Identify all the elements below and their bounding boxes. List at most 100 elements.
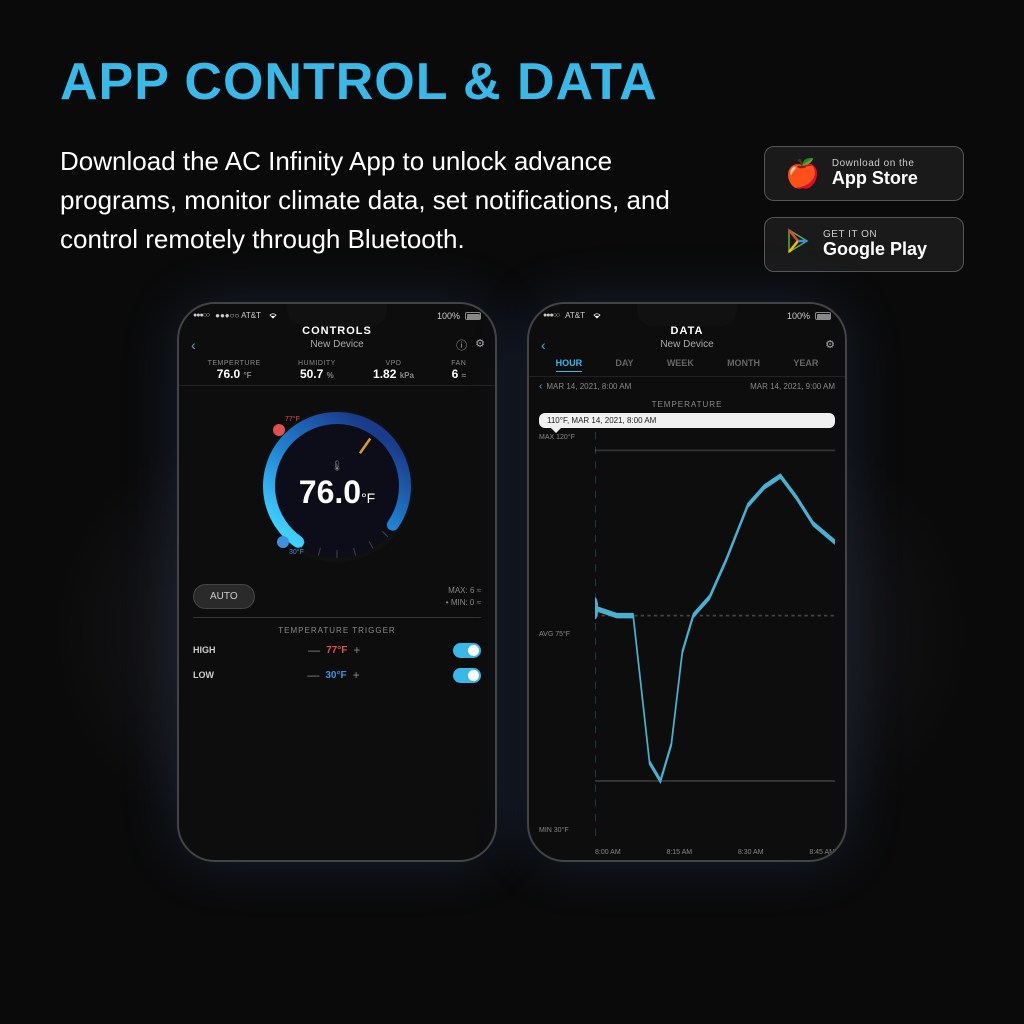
store-buttons: 🍎 Download on the App Store [764, 146, 964, 272]
low-temp-label: 30°F [289, 549, 304, 556]
chevron-left-icon[interactable]: ‹ [539, 381, 542, 392]
trigger-high-label: HIGH [193, 645, 216, 655]
tab-week[interactable]: WEEK [667, 358, 694, 372]
device-name-data: New Device [660, 339, 713, 350]
trigger-high-controls: — 77°F + [308, 643, 360, 657]
gauge-container: 77°F 30°F 🌡 76.0°F [247, 396, 427, 576]
battery-icon-2 [815, 312, 831, 320]
high-temp-marker [273, 424, 285, 436]
trigger-low-value: 30°F [325, 670, 346, 681]
stat-fan: FAN 6 ≈ [451, 360, 466, 381]
app-store-text: Download on the App Store [832, 158, 918, 189]
x-label-815: 8:15 AM [666, 849, 692, 856]
divider-1 [193, 617, 481, 618]
auto-row: AUTO MAX: 6 ≈ • MIN: 0 ≈ [193, 584, 481, 609]
date-to: MAR 14, 2021, 9:00 AM [750, 382, 835, 391]
trigger-high-plus[interactable]: + [353, 643, 360, 657]
trigger-low-plus[interactable]: + [353, 668, 360, 682]
trigger-title: TEMPERATURE TRIGGER [193, 626, 481, 635]
trigger-low-label: LOW [193, 670, 214, 680]
y-label-min: MIN 30°F [539, 827, 575, 834]
chart-svg-area [595, 432, 835, 836]
controls-header: CONTROLS ‹ New Device ⓘ ⚙ [179, 323, 495, 354]
info-icon[interactable]: ⓘ [456, 337, 467, 353]
tab-hour[interactable]: HOUR [556, 358, 583, 372]
x-axis-labels: 8:00 AM 8:15 AM 8:30 AM 8:45 AM [595, 849, 835, 856]
temperature-chart [595, 432, 835, 836]
phone-notch-right [637, 304, 737, 326]
settings-icon-data[interactable]: ⚙ [825, 338, 835, 351]
x-label-830: 8:30 AM [738, 849, 764, 856]
stat-vpd: VPD 1.82 kPa [373, 360, 414, 381]
device-name-controls: New Device [310, 339, 363, 350]
header-icons-data: ⚙ [825, 338, 835, 351]
back-arrow-data-icon[interactable]: ‹ [541, 337, 546, 353]
trigger-high-minus[interactable]: — [308, 643, 320, 657]
google-play-text: GET IT ON Google Play [823, 229, 927, 260]
apple-icon: 🍎 [785, 157, 820, 190]
data-phone: ●●●○○ AT&T 4:48PM 100% DATA [527, 302, 847, 862]
y-label-max: MAX 120°F [539, 434, 575, 441]
trigger-low-row: LOW — 30°F + [193, 666, 481, 685]
phones-row: ●●●○○ ●●●○○ AT&T 4:48PM 100% CONTROLS [0, 302, 1024, 862]
back-arrow-icon[interactable]: ‹ [191, 337, 196, 353]
gauge-center-value: 🌡 76.0°F [299, 461, 375, 511]
app-store-main-label: App Store [832, 169, 918, 189]
status-battery-controls: 100% [437, 311, 481, 321]
controls-phone: ●●●○○ ●●●○○ AT&T 4:48PM 100% CONTROLS [177, 302, 497, 862]
wifi-icon [268, 311, 278, 321]
description-text: Download the AC Infinity App to unlock a… [60, 142, 724, 259]
data-subtitle-row: ‹ New Device ⚙ [529, 337, 845, 352]
low-temp-marker [277, 536, 289, 548]
gauge-area: 77°F 30°F 🌡 76.0°F [179, 386, 495, 580]
controls-title-text: CONTROLS [179, 325, 495, 337]
chart-area: TEMPERATURE 110°F, MAR 14, 2021, 8:00 AM… [529, 396, 845, 860]
controls-screen: ●●●○○ ●●●○○ AT&T 4:48PM 100% CONTROLS [179, 304, 495, 860]
date-from: MAR 14, 2021, 8:00 AM [546, 382, 631, 391]
chart-wrapper: MAX 120°F AVG 75°F MIN 30°F [539, 432, 835, 856]
date-range-row: ‹ MAR 14, 2021, 8:00 AM MAR 14, 2021, 9:… [529, 377, 845, 396]
app-store-button[interactable]: 🍎 Download on the App Store [764, 146, 964, 201]
status-battery-data: 100% [787, 311, 831, 321]
data-screen: ●●●○○ AT&T 4:48PM 100% DATA [529, 304, 845, 860]
x-label-845: 8:45 AM [809, 849, 835, 856]
top-section: APP CONTROL & DATA Download the AC Infin… [0, 0, 1024, 272]
google-play-button[interactable]: GET IT ON Google Play [764, 217, 964, 272]
y-label-avg: AVG 75°F [539, 631, 575, 638]
status-carrier-left: ●●●○○ ●●●○○ AT&T [193, 311, 278, 321]
status-carrier-right: ●●●○○ AT&T [543, 311, 602, 321]
tab-row: HOUR DAY WEEK MONTH YEAR [529, 354, 845, 377]
content-row: Download the AC Infinity App to unlock a… [60, 142, 964, 272]
trigger-low-toggle[interactable] [453, 668, 481, 683]
header-icons-controls: ⓘ ⚙ [456, 337, 485, 353]
stats-row: TEMPERTURE 76.0 °F HUMIDITY 50.7 % VPD 1… [179, 354, 495, 386]
page-title: APP CONTROL & DATA [60, 52, 964, 112]
x-label-800: 8:00 AM [595, 849, 621, 856]
trigger-high-toggle[interactable] [453, 643, 481, 658]
chart-title: TEMPERATURE [539, 400, 835, 409]
date-range-left: ‹ MAR 14, 2021, 8:00 AM [539, 381, 631, 392]
tab-month[interactable]: MONTH [727, 358, 760, 372]
tab-year[interactable]: YEAR [793, 358, 818, 372]
auto-button[interactable]: AUTO [193, 584, 255, 609]
battery-icon [465, 312, 481, 320]
settings-icon[interactable]: ⚙ [475, 337, 485, 353]
high-temp-label: 77°F [285, 416, 300, 423]
trigger-high-value: 77°F [326, 645, 347, 656]
stat-humidity: HUMIDITY 50.7 % [298, 360, 336, 381]
tab-day[interactable]: DAY [615, 358, 633, 372]
signal-dots-2: ●●●○○ [543, 312, 559, 319]
trigger-low-minus[interactable]: — [307, 668, 319, 682]
controls-subtitle-row: ‹ New Device ⓘ ⚙ [179, 337, 495, 352]
data-header: DATA ‹ New Device ⚙ [529, 323, 845, 354]
carrier-name: ●●●○○ AT&T [215, 311, 261, 320]
wifi-icon-2 [592, 311, 602, 321]
google-play-main-label: Google Play [823, 240, 927, 260]
google-play-icon [785, 228, 811, 261]
trigger-low-controls: — 30°F + [307, 668, 359, 682]
trigger-high-row: HIGH — 77°F + [193, 641, 481, 660]
chart-tooltip: 110°F, MAR 14, 2021, 8:00 AM [539, 413, 835, 428]
y-axis-labels: MAX 120°F AVG 75°F MIN 30°F [539, 432, 575, 836]
max-min-text: MAX: 6 ≈ • MIN: 0 ≈ [446, 585, 481, 607]
phone-notch-left [287, 304, 387, 326]
